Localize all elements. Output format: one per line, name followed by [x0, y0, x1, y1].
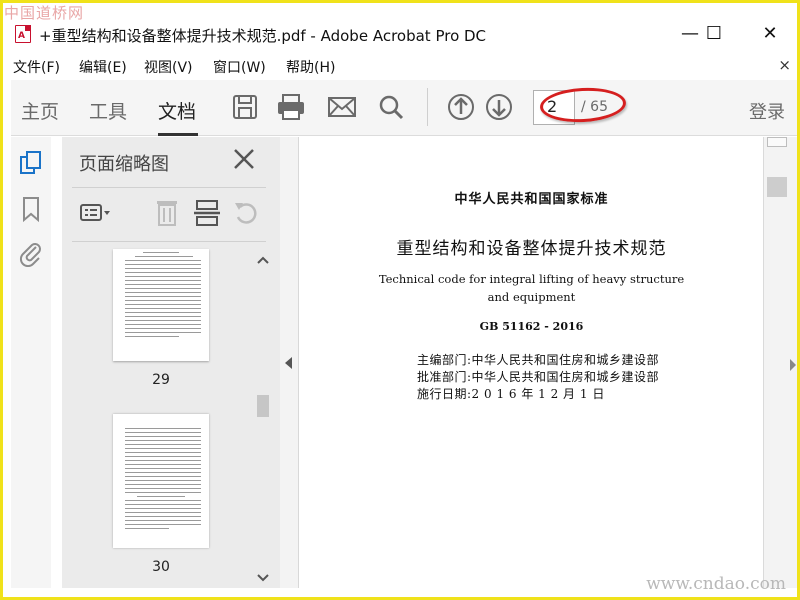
bookmark-icon[interactable]	[17, 195, 45, 223]
menu-edit[interactable]: 编辑(E)	[79, 57, 127, 77]
login-link[interactable]: 登录	[749, 98, 785, 124]
panel-title: 页面缩略图	[79, 154, 169, 175]
divider	[72, 241, 266, 242]
document-title-cn: 重型结构和设备整体提升技术规范	[396, 239, 667, 259]
page-down-icon[interactable]	[481, 90, 517, 124]
menu-file[interactable]: 文件(F)	[13, 57, 60, 77]
document-title-en-2: and equipment	[487, 290, 576, 304]
chevron-up-icon[interactable]	[255, 253, 271, 267]
panel-splitter[interactable]	[280, 137, 298, 588]
page-thumbnail[interactable]	[113, 249, 209, 361]
main-toolbar: 主页 工具 文档 2 / 65 登录	[11, 80, 797, 136]
page-thumbnails-icon[interactable]	[17, 149, 45, 177]
tab-home[interactable]: 主页	[21, 97, 59, 124]
thumbnail-label: 29	[152, 372, 170, 388]
extract-page-icon[interactable]	[190, 197, 224, 229]
menu-close-button[interactable]: ×	[778, 56, 791, 74]
editor-dept: 主编部门:中华人民共和国住房和城乡建设部	[417, 353, 660, 367]
thumbnail-options-icon[interactable]	[78, 197, 112, 229]
divider	[72, 187, 266, 188]
tab-tools[interactable]: 工具	[89, 97, 127, 124]
delete-page-icon[interactable]	[150, 197, 184, 229]
effective-date: 施行日期:2 0 1 6 年 1 2 月 1 日	[417, 387, 605, 401]
window-title: +重型结构和设备整体提升技术规范.pdf - Adobe Acrobat Pro…	[39, 27, 487, 45]
page-thumbnail[interactable]	[113, 414, 209, 548]
menu-window[interactable]: 窗口(W)	[213, 57, 266, 77]
pdf-file-icon: A	[15, 25, 31, 43]
tab-document[interactable]: 文档	[158, 97, 196, 124]
title-bar: A +重型结构和设备整体提升技术规范.pdf - Adobe Acrobat P…	[3, 16, 797, 52]
save-icon[interactable]	[227, 90, 263, 124]
maximize-button[interactable]: ☐	[699, 20, 729, 48]
close-icon[interactable]	[232, 147, 256, 171]
active-tab-indicator	[158, 133, 198, 136]
page-up-icon[interactable]	[443, 90, 479, 124]
scroll-thumb[interactable]	[767, 177, 787, 197]
search-icon[interactable]	[373, 90, 409, 124]
thumbnail-scrollbar[interactable]	[254, 249, 272, 584]
menu-view[interactable]: 视图(V)	[144, 57, 193, 77]
document-title-en-1: Technical code for integral lifting of h…	[378, 272, 685, 286]
thumbnail-label: 30	[152, 559, 170, 575]
thumbnail-panel: 页面缩略图 29 30	[62, 137, 280, 588]
approver-dept: 批准部门:中华人民共和国住房和城乡建设部	[417, 370, 660, 384]
document-view: 中华人民共和国国家标准 重型结构和设备整体提升技术规范 Technical co…	[298, 137, 763, 588]
scroll-up-button[interactable]	[767, 137, 787, 147]
print-icon[interactable]	[273, 90, 309, 124]
document-scrollbar[interactable]	[763, 137, 797, 588]
chevron-down-icon[interactable]	[255, 571, 271, 585]
left-navigation-rail	[11, 137, 51, 588]
document-header: 中华人民共和国国家标准	[454, 192, 609, 207]
collapse-panel-icon[interactable]	[285, 357, 292, 369]
close-button[interactable]: ✕	[755, 20, 785, 48]
menu-help[interactable]: 帮助(H)	[286, 57, 335, 77]
rotate-page-icon[interactable]	[230, 197, 264, 229]
scroll-thumb[interactable]	[257, 395, 269, 417]
email-icon[interactable]	[324, 90, 360, 124]
watermark-bottom-right: www.cndao.com	[646, 574, 786, 594]
toolbar-separator	[427, 88, 428, 126]
attachment-icon[interactable]	[17, 239, 45, 268]
menu-bar: 文件(F) 编辑(E) 视图(V) 窗口(W) 帮助(H) ×	[3, 54, 797, 78]
standard-code: GB 51162 - 2016	[479, 320, 584, 333]
expand-right-panel-icon[interactable]	[790, 359, 796, 371]
